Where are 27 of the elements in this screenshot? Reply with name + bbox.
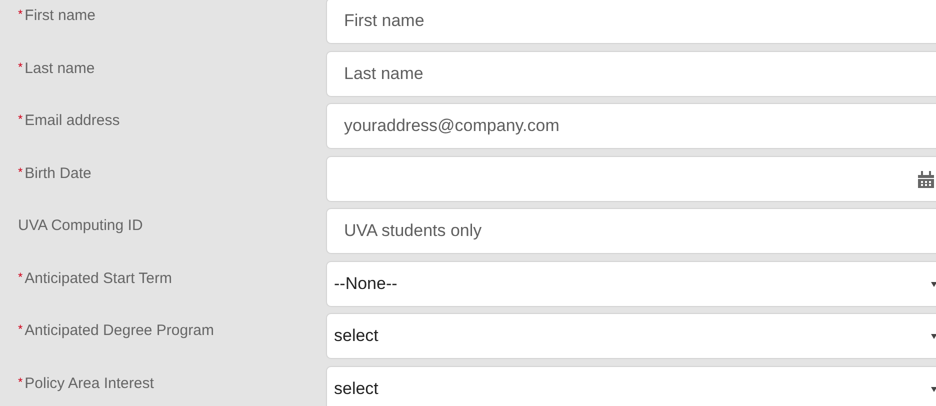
field-label: Anticipated Start Term [24,270,172,286]
select-dropdown[interactable]: --None-- [326,260,936,306]
date-field[interactable] [326,156,936,202]
caret-icon [931,386,936,392]
select-dropdown[interactable]: select [326,313,936,359]
select-dropdown[interactable]: select [326,366,936,406]
required-mark: * [18,374,23,388]
required-mark: * [18,7,23,21]
field-label: Anticipated Degree Program [24,322,214,339]
caret-icon [931,282,936,286]
required-mark: * [18,270,23,284]
required-mark: * [18,112,23,126]
required-mark: * [18,322,23,336]
required-mark: * [18,60,23,74]
input-field[interactable]: Last name [326,50,936,96]
input-field[interactable]: First name [326,0,936,44]
input-field[interactable]: youraddress@company.com [326,103,936,149]
calendar-icon [917,170,935,188]
field-label: First name [24,7,96,24]
field-label: Email address [24,112,120,129]
field-label: UVA Computing ID [18,217,143,234]
caret-icon [931,334,936,339]
required-mark: * [18,164,23,178]
field-label: Birth Date [24,164,92,182]
field-label: Last name [24,60,95,76]
field-label: Policy Area Interest [24,374,154,392]
input-field[interactable]: UVA students only [326,208,936,254]
